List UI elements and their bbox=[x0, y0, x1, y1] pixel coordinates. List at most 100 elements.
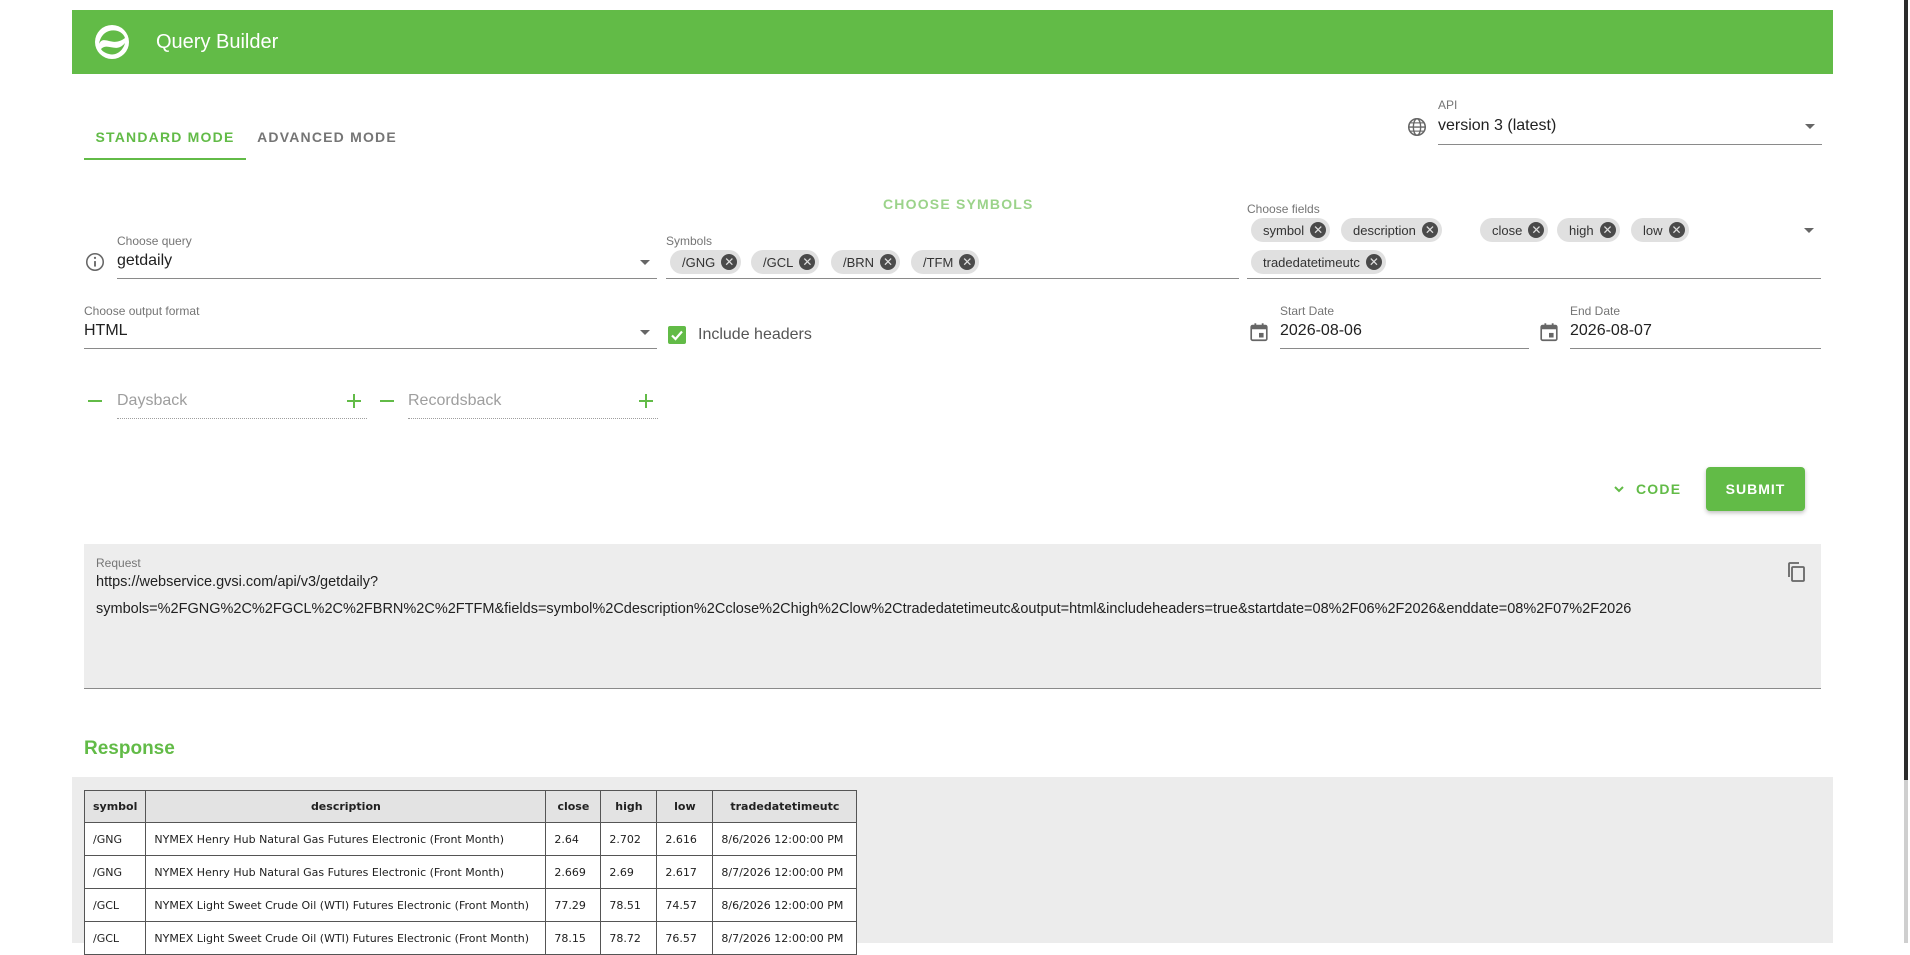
recordsback-placeholder: Recordsback bbox=[408, 392, 502, 409]
field-chip-symbol[interactable]: symbol ✕ bbox=[1251, 218, 1331, 242]
minus-icon[interactable] bbox=[380, 400, 394, 402]
request-label: Request bbox=[96, 556, 141, 570]
table-cell: /GCL bbox=[83, 888, 147, 922]
table-cell: 2.64 bbox=[545, 822, 602, 856]
close-icon[interactable]: ✕ bbox=[880, 254, 897, 270]
close-icon[interactable]: ✕ bbox=[1310, 222, 1327, 238]
daysback-placeholder: Daysback bbox=[117, 392, 188, 409]
table-cell: 2.702 bbox=[600, 822, 658, 856]
symbol-chip-tfm[interactable]: /TFM ✕ bbox=[911, 250, 980, 274]
table-cell: 76.57 bbox=[656, 921, 714, 955]
symbol-chip-brn[interactable]: /BRN ✕ bbox=[831, 250, 901, 274]
table-cell: 2.669 bbox=[545, 855, 602, 889]
code-toggle-button[interactable]: CODE bbox=[1612, 478, 1681, 500]
page-scrollbar-thumb[interactable] bbox=[1904, 0, 1908, 780]
request-panel: Request https://webservice.gvsi.com/api/… bbox=[84, 544, 1821, 689]
column-header: low bbox=[656, 790, 714, 823]
start-date-field[interactable]: Start Date 2026-08-06 bbox=[1280, 300, 1529, 349]
close-icon[interactable]: ✕ bbox=[1365, 254, 1382, 270]
choose-query-label: Choose query bbox=[117, 234, 192, 248]
api-version-select[interactable]: API version 3 (latest) bbox=[1438, 96, 1822, 145]
choose-fields-select[interactable]: Choose fields symbol ✕ description ✕ close… bbox=[1247, 198, 1821, 279]
column-header: high bbox=[600, 790, 658, 823]
choose-symbols-button[interactable]: CHOOSE SYMBOLS bbox=[883, 196, 1034, 212]
end-date-field[interactable]: End Date 2026-08-07 bbox=[1570, 300, 1821, 349]
table-cell: 8/6/2026 12:00:00 PM bbox=[712, 822, 858, 856]
response-table: symbol description close high low traded… bbox=[83, 790, 858, 955]
app-header: Query Builder bbox=[72, 10, 1833, 74]
calendar-icon[interactable] bbox=[1538, 321, 1560, 343]
table-row: /GCL NYMEX Light Sweet Crude Oil (WTI) F… bbox=[83, 888, 858, 922]
close-icon[interactable]: ✕ bbox=[1528, 222, 1545, 238]
submit-button[interactable]: SUBMIT bbox=[1706, 467, 1805, 511]
close-icon[interactable]: ✕ bbox=[799, 254, 816, 270]
column-header: description bbox=[145, 790, 547, 823]
table-cell: 77.29 bbox=[545, 888, 602, 922]
table-cell: NYMEX Henry Hub Natural Gas Futures Elec… bbox=[145, 855, 547, 889]
output-format-select[interactable]: Choose output format HTML bbox=[84, 300, 657, 349]
chevron-down-icon bbox=[640, 260, 650, 265]
request-url-line2[interactable]: symbols=%2FGNG%2C%2FGCL%2C%2FBRN%2C%2FTF… bbox=[96, 601, 1631, 617]
field-chip-tradedatetimeutc[interactable]: tradedatetimeutc ✕ bbox=[1251, 250, 1386, 274]
table-row: /GNG NYMEX Henry Hub Natural Gas Futures… bbox=[83, 855, 858, 889]
copy-icon[interactable] bbox=[1784, 560, 1808, 584]
minus-icon[interactable] bbox=[88, 400, 102, 402]
choose-fields-label: Choose fields bbox=[1247, 202, 1320, 216]
table-cell: NYMEX Light Sweet Crude Oil (WTI) Future… bbox=[145, 888, 547, 922]
symbol-chip-gcl[interactable]: /GCL ✕ bbox=[751, 250, 820, 274]
field-chip-high[interactable]: high ✕ bbox=[1557, 218, 1620, 242]
symbols-label: Symbols bbox=[666, 234, 713, 248]
code-label: CODE bbox=[1636, 481, 1682, 497]
plus-icon[interactable] bbox=[347, 394, 361, 408]
table-cell: 8/6/2026 12:00:00 PM bbox=[712, 888, 858, 922]
column-header: close bbox=[545, 790, 602, 823]
column-header: symbol bbox=[83, 790, 147, 823]
api-value: version 3 (latest) bbox=[1438, 117, 1557, 134]
close-icon[interactable]: ✕ bbox=[721, 254, 738, 270]
symbols-field[interactable]: Symbols /GNG ✕ /GCL ✕ /BRN ✕ /TFM ✕ bbox=[666, 230, 1239, 279]
output-format-label: Choose output format bbox=[84, 304, 200, 318]
close-icon[interactable]: ✕ bbox=[1599, 222, 1616, 238]
start-date-label: Start Date bbox=[1280, 304, 1335, 318]
logo-icon bbox=[95, 25, 129, 59]
chevron-down-icon bbox=[1805, 124, 1815, 129]
check-icon bbox=[671, 330, 683, 341]
table-cell: 78.15 bbox=[545, 921, 602, 955]
include-headers-label: Include headers bbox=[698, 326, 812, 343]
table-cell: 2.69 bbox=[600, 855, 658, 889]
end-date-value: 2026-08-07 bbox=[1570, 322, 1652, 339]
request-url-line1[interactable]: https://webservice.gvsi.com/api/v3/getda… bbox=[96, 574, 378, 590]
close-icon[interactable]: ✕ bbox=[959, 254, 976, 270]
symbol-chip-gng[interactable]: /GNG ✕ bbox=[670, 250, 742, 274]
table-cell: NYMEX Light Sweet Crude Oil (WTI) Future… bbox=[145, 921, 547, 955]
table-cell: 78.72 bbox=[600, 921, 658, 955]
api-label: API bbox=[1438, 98, 1458, 112]
close-icon[interactable]: ✕ bbox=[1668, 222, 1685, 238]
field-chip-close[interactable]: close ✕ bbox=[1480, 218, 1549, 242]
table-row: /GCL NYMEX Light Sweet Crude Oil (WTI) F… bbox=[83, 921, 858, 955]
table-row: /GNG NYMEX Henry Hub Natural Gas Futures… bbox=[83, 822, 858, 856]
table-cell: 8/7/2026 12:00:00 PM bbox=[712, 855, 858, 889]
include-headers-checkbox[interactable] bbox=[668, 326, 686, 344]
plus-icon[interactable] bbox=[639, 394, 653, 408]
recordsback-input[interactable]: Recordsback bbox=[408, 384, 658, 419]
chevron-down-icon bbox=[1804, 228, 1814, 233]
chevron-down-icon bbox=[640, 330, 650, 335]
table-cell: 78.51 bbox=[600, 888, 658, 922]
output-format-value: HTML bbox=[84, 322, 128, 339]
table-cell: /GCL bbox=[83, 921, 147, 955]
chevron-down-icon bbox=[1614, 486, 1624, 493]
info-icon[interactable] bbox=[84, 251, 106, 273]
daysback-input[interactable]: Daysback bbox=[117, 384, 367, 419]
tab-advanced-mode[interactable]: ADVANCED MODE bbox=[246, 116, 408, 158]
globe-icon bbox=[1407, 117, 1427, 137]
calendar-icon[interactable] bbox=[1248, 321, 1270, 343]
close-icon[interactable]: ✕ bbox=[1421, 222, 1438, 238]
field-chip-low[interactable]: low ✕ bbox=[1631, 218, 1689, 242]
tab-standard-mode[interactable]: STANDARD MODE bbox=[84, 116, 246, 160]
table-cell: 74.57 bbox=[656, 888, 714, 922]
choose-query-select[interactable]: Choose query getdaily bbox=[117, 230, 657, 279]
start-date-value: 2026-08-06 bbox=[1280, 322, 1362, 339]
table-cell: 2.617 bbox=[656, 855, 714, 889]
field-chip-description[interactable]: description ✕ bbox=[1341, 218, 1442, 242]
